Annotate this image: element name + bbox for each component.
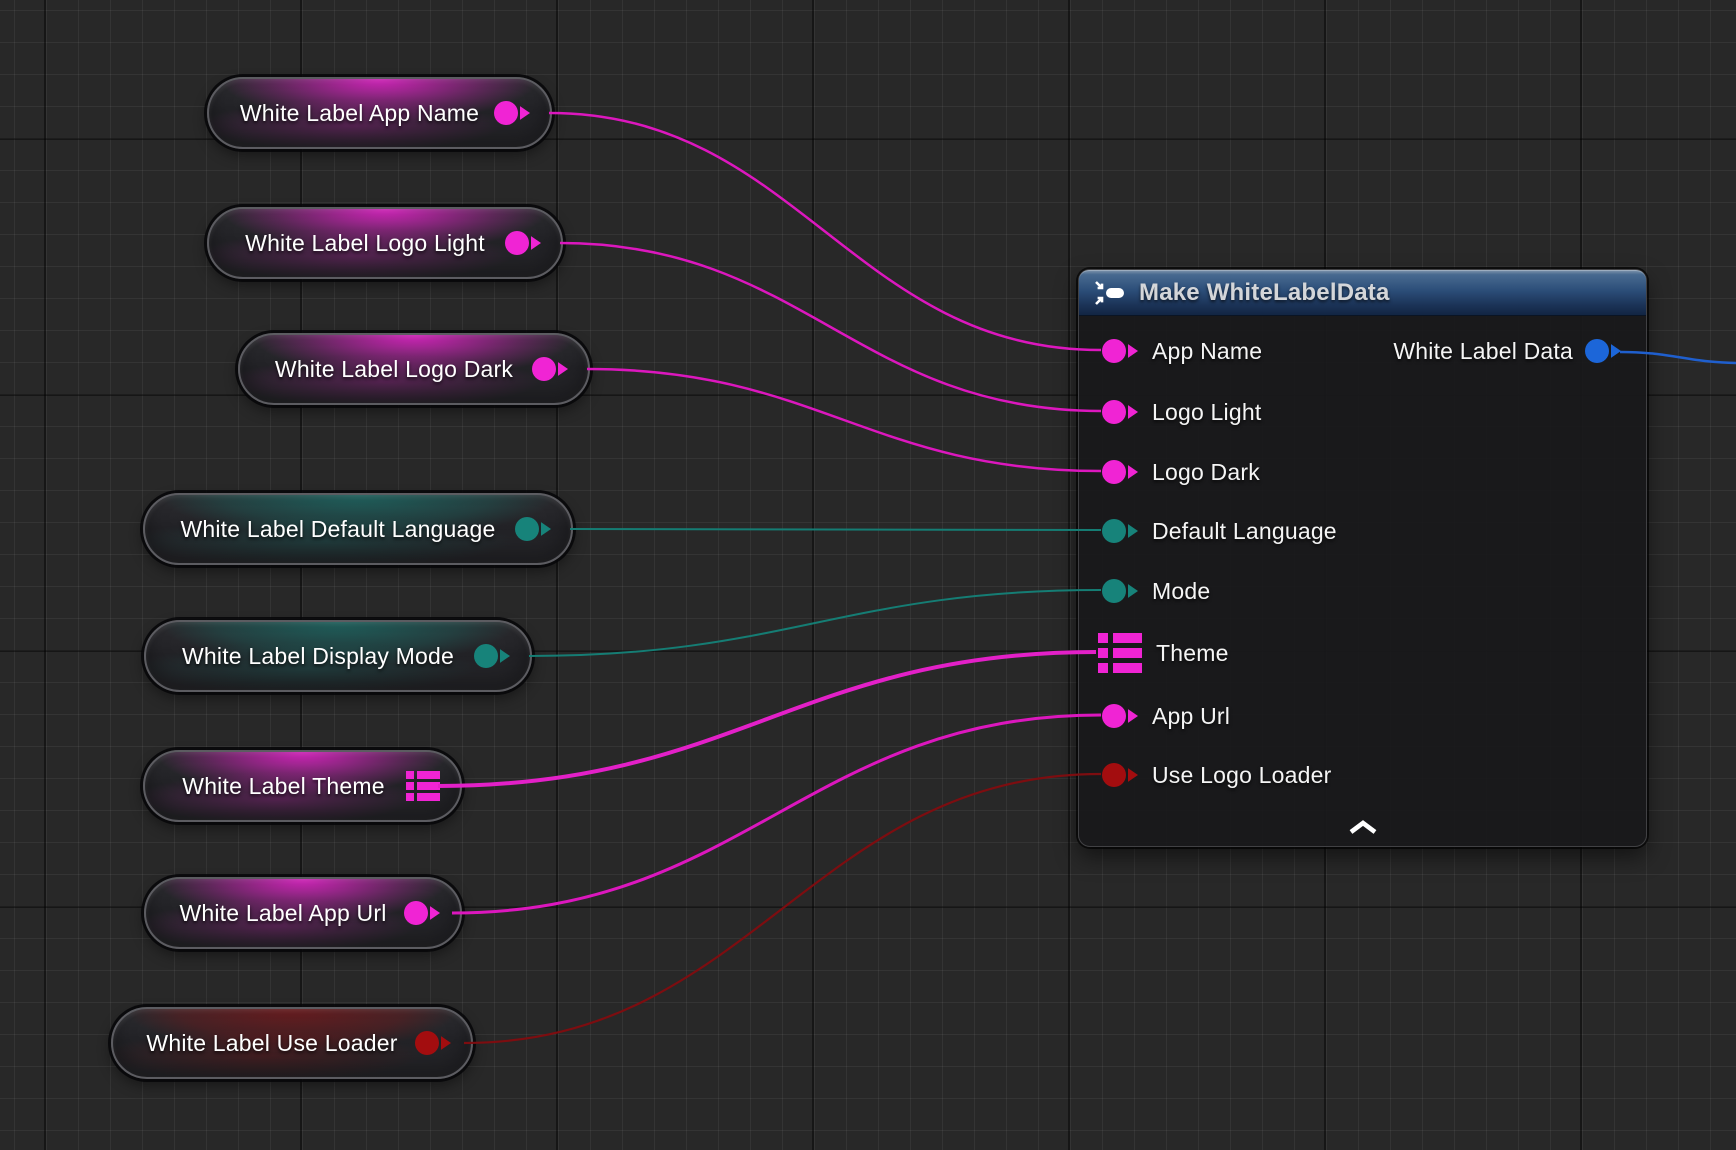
pin-wedge-icon <box>1128 342 1138 360</box>
input-pin-label: Logo Light <box>1152 399 1261 426</box>
bool-pin[interactable] <box>1102 763 1138 787</box>
getter-node-label: White Label App Name <box>235 100 484 127</box>
variable-getter-node[interactable]: White Label Logo Dark <box>238 333 590 405</box>
input-pin-label: Logo Dark <box>1152 459 1260 486</box>
output-pin-label: White Label Data <box>1393 338 1573 365</box>
input-pin-row: Theme <box>1079 631 1229 675</box>
pin-wedge-icon <box>1128 463 1138 481</box>
wire[interactable] <box>438 652 1096 786</box>
pin-wedge-icon <box>1611 342 1621 360</box>
struct-output-pin[interactable] <box>1585 339 1621 363</box>
variable-getter-node[interactable]: White Label Display Mode <box>144 620 532 692</box>
string-pin[interactable] <box>1102 339 1138 363</box>
enum-pin[interactable] <box>515 517 551 541</box>
pin-circle-icon <box>532 357 556 381</box>
blueprint-graph-canvas[interactable]: White Label App Name White Label Logo Lig… <box>0 0 1736 1150</box>
input-pin-label: Use Logo Loader <box>1152 762 1331 789</box>
pin-circle-icon <box>494 101 518 125</box>
collapse-node-button[interactable] <box>1341 816 1385 838</box>
pin-circle-icon <box>1102 460 1126 484</box>
wire[interactable] <box>570 529 1101 530</box>
pin-wedge-icon <box>1128 403 1138 421</box>
pin-wedge-icon <box>1128 766 1138 784</box>
pin-wedge-icon <box>520 104 530 122</box>
pin-circle-icon <box>1102 579 1126 603</box>
getter-node-label: White Label App Url <box>172 900 394 927</box>
variable-getter-node[interactable]: White Label Use Loader <box>111 1007 473 1079</box>
variable-getter-node[interactable]: White Label App Name <box>207 77 552 149</box>
pin-circle-icon <box>1102 400 1126 424</box>
wire[interactable] <box>464 774 1101 1043</box>
input-pin-label: App Url <box>1152 703 1230 730</box>
pin-wedge-icon <box>500 647 510 665</box>
object-pin[interactable] <box>532 357 568 381</box>
wire[interactable] <box>452 715 1101 913</box>
variable-getter-node[interactable]: White Label Default Language <box>143 493 573 565</box>
input-pin-row: Default Language <box>1079 509 1337 553</box>
variable-getter-node[interactable]: White Label App Url <box>144 877 462 949</box>
pin-wedge-icon <box>531 234 541 252</box>
node-title: Make WhiteLabelData <box>1139 279 1390 307</box>
pin-wedge-icon <box>1128 582 1138 600</box>
object-pin[interactable] <box>505 231 541 255</box>
pin-wedge-icon <box>441 1034 451 1052</box>
pin-wedge-icon <box>541 520 551 538</box>
pin-circle-icon <box>1585 339 1609 363</box>
string-pin[interactable] <box>1102 704 1138 728</box>
chevron-up-icon <box>1348 820 1378 834</box>
getter-node-label: White Label Use Loader <box>139 1030 405 1057</box>
pin-wedge-icon <box>558 360 568 378</box>
string-pin[interactable] <box>494 101 530 125</box>
pin-circle-icon <box>474 644 498 668</box>
output-pin-row: White Label Data <box>1393 329 1646 373</box>
node-header[interactable]: Make WhiteLabelData <box>1079 270 1646 316</box>
input-pin-row: App Name <box>1079 329 1262 373</box>
pin-circle-icon <box>1102 704 1126 728</box>
make-struct-node[interactable]: Make WhiteLabelData App Name Logo Light … <box>1078 269 1647 847</box>
input-pin-row: Logo Light <box>1079 390 1261 434</box>
input-pin-row: Logo Dark <box>1079 450 1260 494</box>
pin-wedge-icon <box>430 904 440 922</box>
input-pin-label: Mode <box>1152 578 1210 605</box>
struct-pin[interactable] <box>1098 633 1142 673</box>
getter-node-label: White Label Logo Dark <box>266 356 522 383</box>
getter-node-label: White Label Display Mode <box>172 643 464 670</box>
bool-pin[interactable] <box>415 1031 451 1055</box>
getter-node-label: White Label Logo Light <box>235 230 495 257</box>
make-struct-icon <box>1093 281 1129 305</box>
struct-grid-icon <box>406 771 440 801</box>
string-pin[interactable] <box>404 901 440 925</box>
wire[interactable] <box>560 243 1101 411</box>
struct-pin[interactable] <box>406 771 440 801</box>
pin-circle-icon <box>515 517 539 541</box>
input-pin-label: App Name <box>1152 338 1262 365</box>
pin-circle-icon <box>404 901 428 925</box>
variable-getter-node[interactable]: White Label Logo Light <box>207 207 563 279</box>
wire[interactable] <box>549 113 1101 350</box>
input-pin-row: App Url <box>1079 694 1230 738</box>
input-pin-label: Default Language <box>1152 518 1337 545</box>
wire[interactable] <box>529 590 1101 656</box>
pin-circle-icon <box>1102 519 1126 543</box>
wire[interactable] <box>587 369 1101 471</box>
pin-wedge-icon <box>1128 522 1138 540</box>
input-pin-label: Theme <box>1156 640 1229 667</box>
object-pin[interactable] <box>1102 400 1138 424</box>
input-pin-row: Mode <box>1079 569 1210 613</box>
enum-pin[interactable] <box>1102 519 1138 543</box>
pin-circle-icon <box>1102 339 1126 363</box>
enum-pin[interactable] <box>474 644 510 668</box>
pin-circle-icon <box>1102 763 1126 787</box>
getter-node-label: White Label Theme <box>171 773 396 800</box>
input-pin-row: Use Logo Loader <box>1079 753 1331 797</box>
pin-wedge-icon <box>1128 707 1138 725</box>
variable-getter-node[interactable]: White Label Theme <box>143 750 462 822</box>
pin-circle-icon <box>415 1031 439 1055</box>
struct-grid-icon <box>1098 633 1142 673</box>
pin-circle-icon <box>505 231 529 255</box>
getter-node-label: White Label Default Language <box>171 516 505 543</box>
enum-pin[interactable] <box>1102 579 1138 603</box>
object-pin[interactable] <box>1102 460 1138 484</box>
